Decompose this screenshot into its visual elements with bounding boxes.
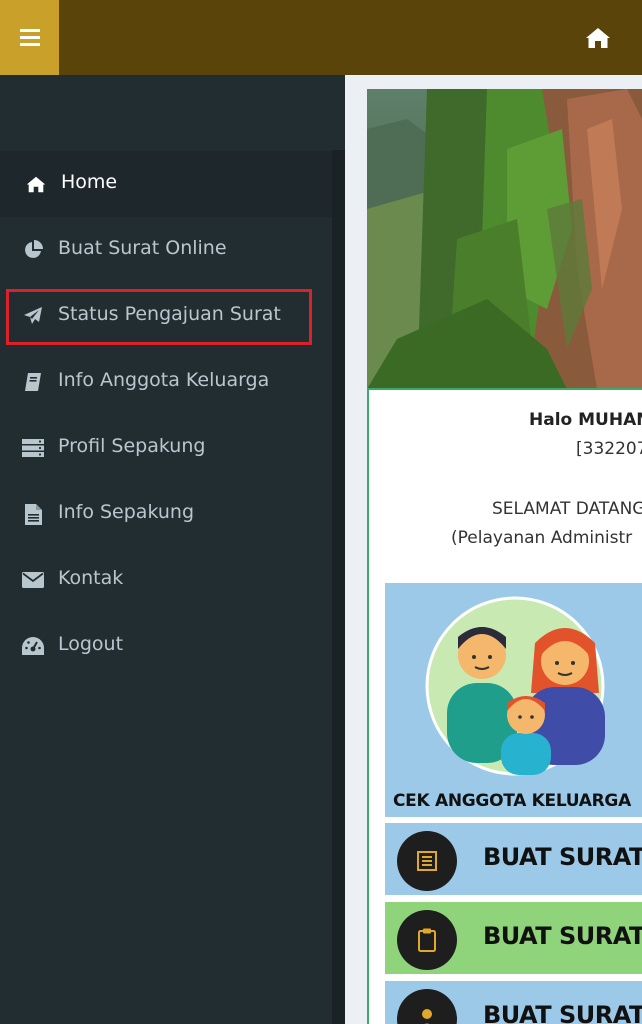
user-nik-text: [332207	[576, 439, 642, 459]
sidebar-item-label: Info Sepakung	[58, 501, 195, 523]
hamburger-menu-icon	[19, 29, 40, 46]
sidebar-toggle-button[interactable]	[0, 0, 59, 75]
file-text-icon	[22, 503, 44, 525]
sidebar-item-info-sepakung[interactable]: Info Sepakung	[0, 481, 332, 547]
cek-anggota-keluarga-banner[interactable]: CEK ANGGOTA KELUARGA	[385, 583, 642, 817]
sidebar-item-info-anggota-keluarga[interactable]: Info Anggota Keluarga	[0, 349, 332, 415]
family-illustration	[425, 596, 605, 776]
top-navbar	[0, 0, 642, 75]
greeting-text: Halo MUHAN	[529, 410, 642, 430]
buat-surat-label: BUAT SURAT	[483, 843, 642, 871]
buat-surat-button-2[interactable]: BUAT SURAT	[385, 902, 642, 974]
home-icon	[586, 28, 610, 48]
buat-surat-label: BUAT SURAT	[483, 922, 642, 950]
hero-landscape-image	[367, 89, 642, 389]
sidebar-item-label: Kontak	[58, 567, 124, 589]
user-icon	[397, 989, 457, 1024]
welcome-card: Halo MUHAN [332207 SELAMAT DATANG (Pelay…	[367, 388, 642, 1024]
sidebar-item-label: Buat Surat Online	[58, 237, 227, 259]
welcome-text: SELAMAT DATANG	[492, 499, 642, 519]
main-content: Halo MUHAN [332207 SELAMAT DATANG (Pelay…	[345, 75, 642, 1024]
sidebar-item-home[interactable]: Home	[0, 151, 332, 217]
document-list-icon	[397, 831, 457, 891]
sidebar-item-label: Logout	[58, 633, 124, 655]
sidebar-item-profil-sepakung[interactable]: Profil Sepakung	[0, 415, 332, 481]
sidebar-item-status-pengajuan-surat[interactable]: Status Pengajuan Surat	[0, 283, 332, 349]
envelope-icon	[22, 569, 44, 591]
sidebar-item-buat-surat-online[interactable]: Buat Surat Online	[0, 217, 332, 283]
book-icon	[22, 371, 44, 393]
sidebar-item-logout[interactable]: Logout	[0, 613, 332, 679]
dashboard-gauge-icon	[22, 635, 44, 657]
sidebar-item-label: Info Anggota Keluarga	[58, 369, 270, 391]
sidebar-item-label: Profil Sepakung	[58, 435, 206, 457]
buat-surat-button-3[interactable]: BUAT SURAT	[385, 981, 642, 1024]
clipboard-icon	[397, 910, 457, 970]
buat-surat-button-1[interactable]: BUAT SURAT	[385, 823, 642, 895]
sidebar-item-label: Home	[61, 171, 118, 193]
pie-chart-icon	[22, 239, 44, 261]
home-button[interactable]	[578, 20, 618, 56]
sidebar-item-label: Status Pengajuan Surat	[58, 303, 281, 325]
service-subtitle: (Pelayanan Administr	[451, 528, 633, 548]
paper-plane-icon	[22, 305, 44, 327]
server-icon	[22, 437, 44, 459]
sidebar-item-kontak[interactable]: Kontak	[0, 547, 332, 613]
buat-surat-label: BUAT SURAT	[483, 1001, 642, 1024]
sidebar-scrollbar[interactable]	[332, 150, 345, 1024]
home-icon	[25, 173, 47, 195]
family-banner-caption: CEK ANGGOTA KELUARGA	[393, 791, 631, 811]
